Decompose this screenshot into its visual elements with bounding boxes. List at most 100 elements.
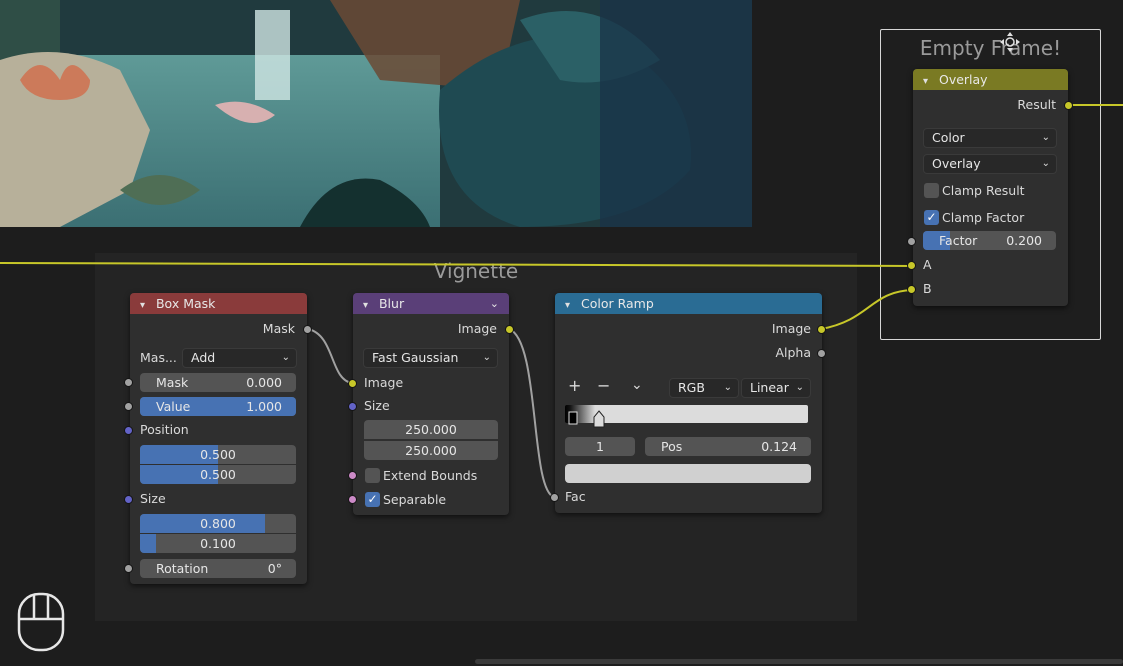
color-mode-dropdown[interactable]: RGB ⌄ bbox=[669, 378, 739, 398]
size-y-value: 0.100 bbox=[200, 536, 236, 551]
separable-checkbox[interactable]: ✓ bbox=[365, 492, 380, 507]
box-mask-output-label: Mask bbox=[262, 321, 295, 336]
mask-field-value: 0.000 bbox=[246, 375, 282, 390]
value-field-value: 1.000 bbox=[246, 399, 282, 414]
position-x-field[interactable]: 0.500 bbox=[140, 445, 296, 464]
chevron-down-icon: ⌄ bbox=[281, 352, 290, 363]
chevron-down-icon[interactable]: ▾ bbox=[140, 295, 152, 316]
factor-field-label: Factor bbox=[939, 233, 978, 248]
mask-field[interactable]: Mask 0.000 bbox=[140, 373, 296, 392]
stop-index-value: 1 bbox=[596, 439, 604, 454]
chevron-down-icon[interactable]: ▾ bbox=[923, 71, 935, 92]
blur-output-label: Image bbox=[457, 321, 497, 336]
separable-socket[interactable] bbox=[348, 495, 357, 504]
rotation-value: 0° bbox=[267, 561, 282, 576]
position-label: Position bbox=[140, 422, 189, 437]
blur-size-x-field[interactable]: 250.000 bbox=[364, 420, 498, 439]
overlay-data-type-dropdown[interactable]: Color ⌄ bbox=[923, 128, 1057, 148]
overlay-blend-mode-value: Overlay bbox=[932, 156, 981, 171]
overlay-b-label: B bbox=[923, 281, 932, 296]
stop-marker-icon bbox=[568, 411, 578, 425]
blur-title: Blur bbox=[378, 296, 405, 311]
box-mask-title: Box Mask bbox=[155, 296, 216, 311]
overlay-data-type-value: Color bbox=[932, 130, 965, 145]
clamp-result-checkbox[interactable] bbox=[924, 183, 939, 198]
value-field[interactable]: Value 1.000 bbox=[140, 397, 296, 416]
box-mask-output-socket[interactable] bbox=[303, 325, 312, 334]
chevron-down-icon: ⌄ bbox=[795, 382, 804, 393]
blur-image-input-socket[interactable] bbox=[348, 379, 357, 388]
overlay-result-label: Result bbox=[1017, 97, 1056, 112]
mask-input-socket[interactable] bbox=[124, 378, 133, 387]
chevron-down-icon[interactable]: ▾ bbox=[565, 295, 577, 316]
size-x-field[interactable]: 0.800 bbox=[140, 514, 296, 533]
frame-empty-label: Empty Frame! bbox=[919, 36, 1062, 60]
position-y-field[interactable]: 0.500 bbox=[140, 465, 296, 484]
size-y-field[interactable]: 0.100 bbox=[140, 534, 296, 553]
overlay-blend-mode-dropdown[interactable]: Overlay ⌄ bbox=[923, 154, 1057, 174]
remove-stop-button[interactable]: − bbox=[597, 377, 611, 395]
value-input-socket[interactable] bbox=[124, 402, 133, 411]
add-stop-button[interactable]: + bbox=[568, 377, 582, 395]
stop-marker-icon bbox=[593, 410, 605, 428]
clamp-result-label: Clamp Result bbox=[942, 183, 1025, 198]
color-ramp-title: Color Ramp bbox=[580, 296, 654, 311]
collapse-toggle-icon[interactable]: ⌄ bbox=[490, 293, 499, 314]
blur-size-y-value: 250.000 bbox=[405, 443, 457, 458]
overlay-b-input-socket[interactable] bbox=[907, 285, 916, 294]
stop-color-swatch[interactable] bbox=[565, 464, 811, 483]
position-x-value: 0.500 bbox=[200, 447, 236, 462]
overlay-result-socket[interactable] bbox=[1064, 101, 1073, 110]
position-y-value: 0.500 bbox=[200, 467, 236, 482]
color-ramp-header[interactable]: ▾ Color Ramp bbox=[555, 293, 822, 314]
separable-label: Separable bbox=[383, 492, 447, 507]
color-mode-value: RGB bbox=[678, 380, 705, 395]
chevron-down-icon: ⌄ bbox=[1041, 158, 1050, 169]
rotation-input-socket[interactable] bbox=[124, 564, 133, 573]
ramp-fac-input-socket[interactable] bbox=[550, 493, 559, 502]
checkmark-icon: ✓ bbox=[367, 492, 378, 506]
overlay-a-input-socket[interactable] bbox=[907, 261, 916, 270]
extend-bounds-socket[interactable] bbox=[348, 471, 357, 480]
chevron-down-icon[interactable]: ▾ bbox=[363, 295, 375, 316]
chevron-down-icon: ⌄ bbox=[723, 382, 732, 393]
ramp-stop-white[interactable] bbox=[593, 410, 605, 428]
position-input-socket[interactable] bbox=[124, 426, 133, 435]
blur-header[interactable]: ▾ Blur ⌄ bbox=[353, 293, 509, 314]
rotation-field[interactable]: Rotation 0° bbox=[140, 559, 296, 578]
frame-vignette-label: Vignette bbox=[433, 259, 519, 283]
factor-input-socket[interactable] bbox=[907, 237, 916, 246]
factor-field[interactable]: Factor 0.200 bbox=[923, 231, 1056, 250]
blur-output-socket[interactable] bbox=[505, 325, 514, 334]
rotation-label: Rotation bbox=[156, 561, 209, 576]
interpolation-dropdown[interactable]: Linear ⌄ bbox=[741, 378, 811, 398]
mask-type-dropdown[interactable]: Add ⌄ bbox=[182, 348, 297, 368]
ramp-output-image-socket[interactable] bbox=[817, 325, 826, 334]
stop-pos-value: 0.124 bbox=[761, 439, 797, 454]
preview-image bbox=[0, 0, 752, 227]
horizontal-scrollbar[interactable] bbox=[475, 659, 1123, 664]
ramp-stop-black[interactable] bbox=[568, 404, 578, 426]
blur-image-input-label: Image bbox=[364, 375, 404, 390]
overlay-header[interactable]: ▾ Overlay bbox=[913, 69, 1068, 90]
preview-illustration bbox=[0, 0, 752, 227]
box-mask-header[interactable]: ▾ Box Mask bbox=[130, 293, 307, 314]
interpolation-value: Linear bbox=[750, 380, 789, 395]
blur-filter-dropdown[interactable]: Fast Gaussian ⌄ bbox=[363, 348, 498, 368]
blur-size-y-field[interactable]: 250.000 bbox=[364, 441, 498, 460]
transform-cursor-icon bbox=[1000, 32, 1020, 52]
size-label: Size bbox=[140, 491, 166, 506]
value-field-label: Value bbox=[156, 399, 191, 414]
overlay-a-label: A bbox=[923, 257, 932, 272]
clamp-factor-label: Clamp Factor bbox=[942, 210, 1025, 225]
stop-index-field[interactable]: 1 bbox=[565, 437, 635, 456]
ramp-output-alpha-socket[interactable] bbox=[817, 349, 826, 358]
mask-type-value: Add bbox=[191, 350, 216, 365]
size-input-socket[interactable] bbox=[124, 495, 133, 504]
ramp-more-menu[interactable]: ⌄ bbox=[631, 376, 645, 394]
stop-pos-field[interactable]: Pos 0.124 bbox=[645, 437, 811, 456]
blur-size-input-socket[interactable] bbox=[348, 402, 357, 411]
clamp-factor-checkbox[interactable]: ✓ bbox=[924, 210, 939, 225]
extend-bounds-checkbox[interactable] bbox=[365, 468, 380, 483]
stop-pos-label: Pos bbox=[661, 439, 683, 454]
